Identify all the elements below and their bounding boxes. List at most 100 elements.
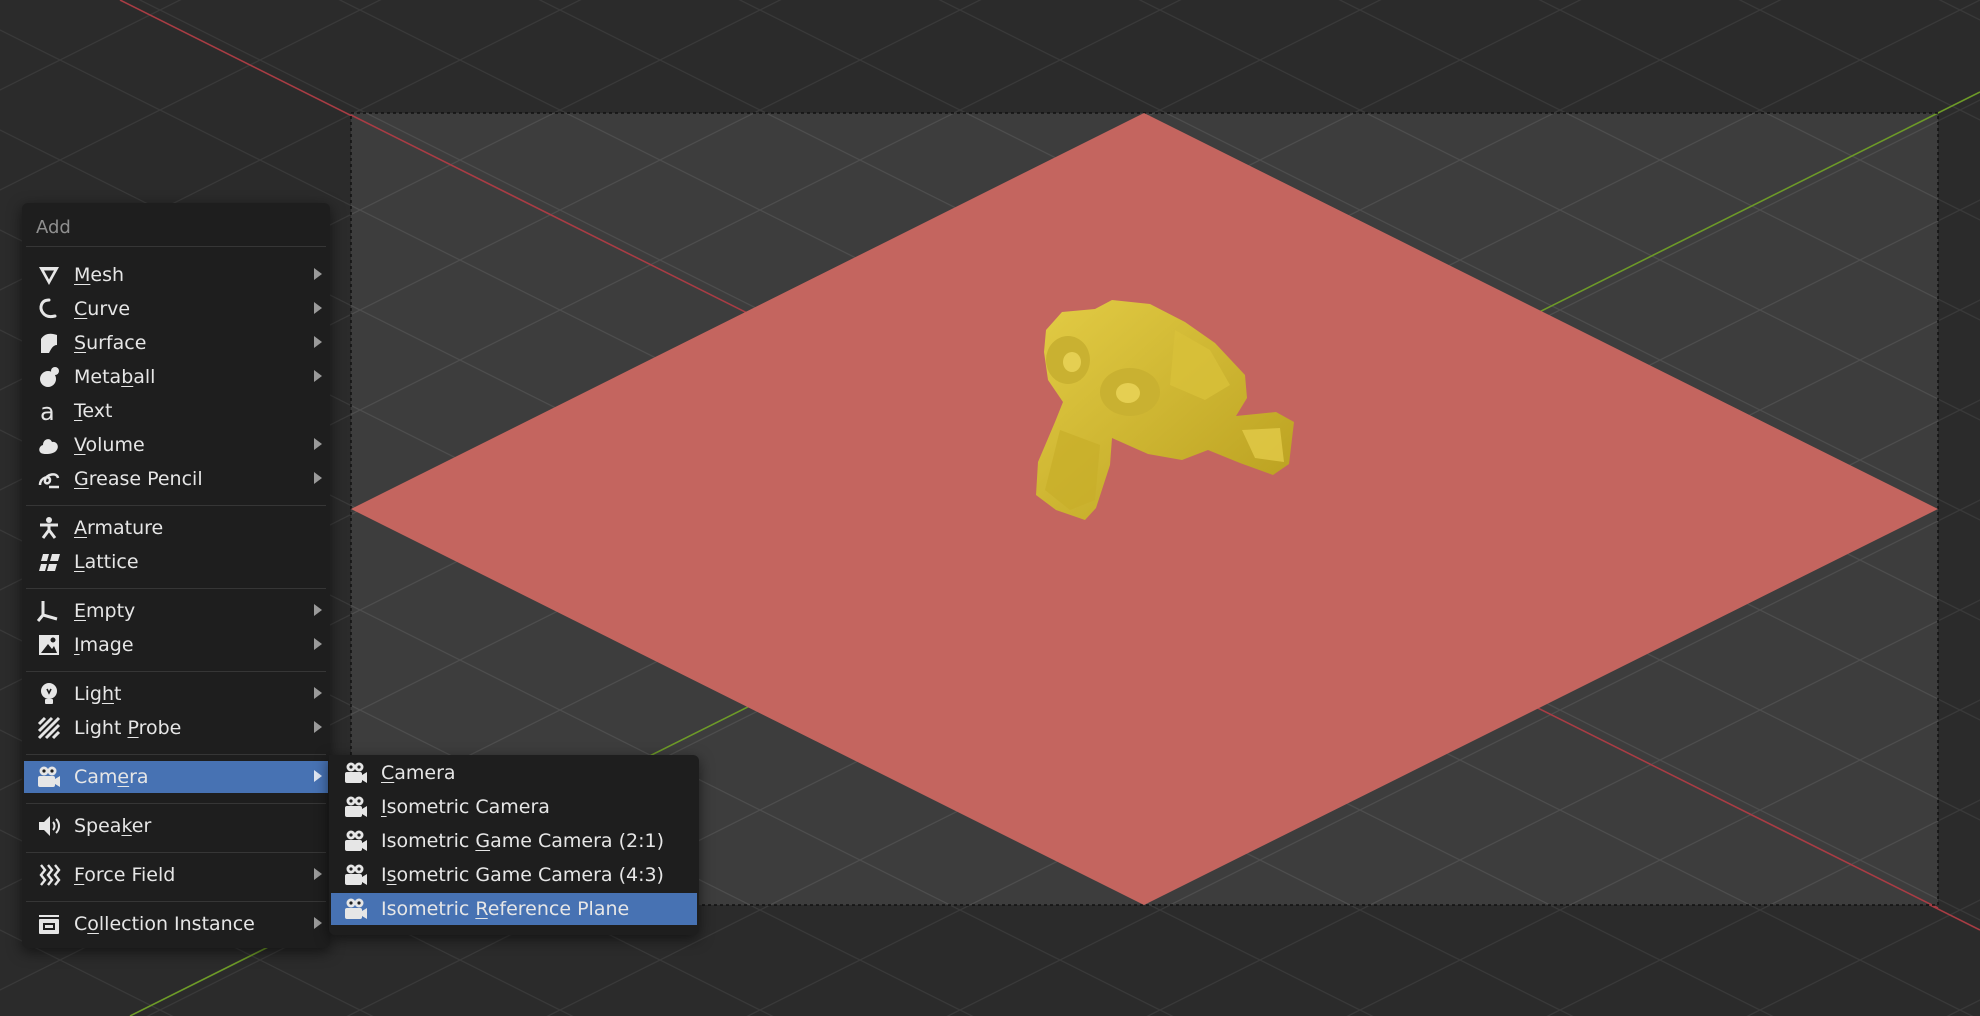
menu-item-lattice[interactable]: Lattice [24,546,328,578]
menu-item-label: Isometric Game Camera (2:1) [381,830,664,852]
menu-item-armature[interactable]: Armature [24,512,328,544]
camera-icon [343,828,369,854]
menu-separator [26,901,326,902]
label-text: Isometric [381,830,476,852]
menu-item-label: Camera [381,762,456,784]
label-text: Light [74,717,128,739]
menu-item-camera[interactable]: Camera [331,757,697,789]
submenu-arrow-icon [314,868,322,880]
menu-item-surface[interactable]: Surface [24,327,328,359]
menu-item-isometric-camera[interactable]: Isometric Camera [331,791,697,823]
menu-item-light[interactable]: Light [24,678,328,710]
menu-item-text[interactable]: a Text [24,395,328,427]
light-probe-icon [36,715,62,741]
menu-item-empty[interactable]: Empty [24,595,328,627]
svg-text:a: a [40,399,55,423]
menu-item-isometric-game-camera-4-3[interactable]: Isometric Game Camera (4:3) [331,859,697,891]
label-text: mpty [86,600,136,622]
lattice-icon [36,549,62,575]
menu-item-label: Empty [74,600,135,622]
submenu-arrow-icon [314,268,322,280]
label-hotkey-letter: b [121,366,134,388]
menu-item-collection-instance[interactable]: Collection Instance [24,908,328,940]
speaker-icon [36,813,62,839]
add-menu: Add Mesh Curve Surface Metaball a Text Volume G… [22,203,330,948]
menu-item-camera[interactable]: Camera [24,761,328,793]
label-hotkey-letter: e [117,766,130,788]
camera-submenu: Camera Isometric Camera Isometric Game Cam… [329,755,699,935]
submenu-arrow-icon [314,687,322,699]
label-text: urface [86,332,147,354]
menu-item-isometric-reference-plane[interactable]: Isometric Reference Plane [331,893,697,925]
metaball-icon [36,364,62,390]
label-text: C [74,913,88,935]
label-hotkey-letter: k [121,815,132,837]
menu-item-speaker[interactable]: Speaker [24,810,328,842]
menu-item-image[interactable]: Image [24,629,328,661]
menu-item-label: Isometric Reference Plane [381,898,629,920]
label-text: mage [79,634,134,656]
menu-item-label: Speaker [74,815,151,837]
surface-icon [36,330,62,356]
menu-item-label: Armature [74,517,163,539]
label-text: esh [90,264,125,286]
mesh-icon [36,262,62,288]
volume-icon [36,432,62,458]
label-text: orce Field [84,864,176,886]
label-hotkey-letter: M [74,264,91,286]
label-text: sometric Camera [386,796,550,818]
menu-item-label: Collection Instance [74,913,255,935]
menu-item-label: Force Field [74,864,175,886]
menu-item-light-probe[interactable]: Light Probe [24,712,328,744]
curve-icon [36,296,62,322]
menu-item-volume[interactable]: Volume [24,429,328,461]
label-text: ext [82,400,113,422]
label-hotkey-letter: s [386,864,397,886]
menu-separator [26,505,326,506]
label-hotkey-letter: R [475,898,488,920]
image-icon [36,632,62,658]
label-text: attice [84,551,139,573]
menu-item-label: Image [74,634,134,656]
menu-item-label: Text [74,400,112,422]
submenu-arrow-icon [314,336,322,348]
menu-separator [26,754,326,755]
submenu-arrow-icon [314,770,322,782]
menu-separator [26,671,326,672]
camera-icon [343,896,369,922]
menu-item-isometric-game-camera-2-1[interactable]: Isometric Game Camera (2:1) [331,825,697,857]
label-hotkey-letter: C [381,762,395,784]
menu-item-metaball[interactable]: Metaball [24,361,328,393]
menu-item-grease-pencil[interactable]: Grease Pencil [24,463,328,495]
submenu-arrow-icon [314,472,322,484]
menu-item-label: Camera [74,766,149,788]
menu-item-label: Volume [74,434,145,456]
menu-item-label: Light Probe [74,717,181,739]
label-text: amera [394,762,456,784]
light-icon [36,681,62,707]
menu-item-label: Grease Pencil [74,468,203,490]
menu-item-mesh[interactable]: Mesh [24,259,328,291]
menu-item-label: Isometric Camera [381,796,550,818]
label-text: Meta [74,366,122,388]
submenu-arrow-icon [314,302,322,314]
label-hotkey-letter: E [74,600,87,622]
label-hotkey-letter: G [475,830,491,852]
menu-separator [26,803,326,804]
label-text: llection Instance [98,913,255,935]
menu-item-force-field[interactable]: Force Field [24,859,328,891]
label-text: Cam [74,766,118,788]
label-text: rmature [87,517,164,539]
menu-item-label: Metaball [74,366,155,388]
label-hotkey-letter: V [74,434,86,456]
label-hotkey-letter: G [74,468,89,490]
camera-icon [343,794,369,820]
label-text: eference Plane [487,898,630,920]
menu-item-label: Light [74,683,121,705]
label-text: er [131,815,152,837]
label-text: Spea [74,815,122,837]
submenu-arrow-icon [314,438,322,450]
label-hotkey-letter: L [74,551,85,573]
menu-item-curve[interactable]: Curve [24,293,328,325]
camera-icon [343,760,369,786]
